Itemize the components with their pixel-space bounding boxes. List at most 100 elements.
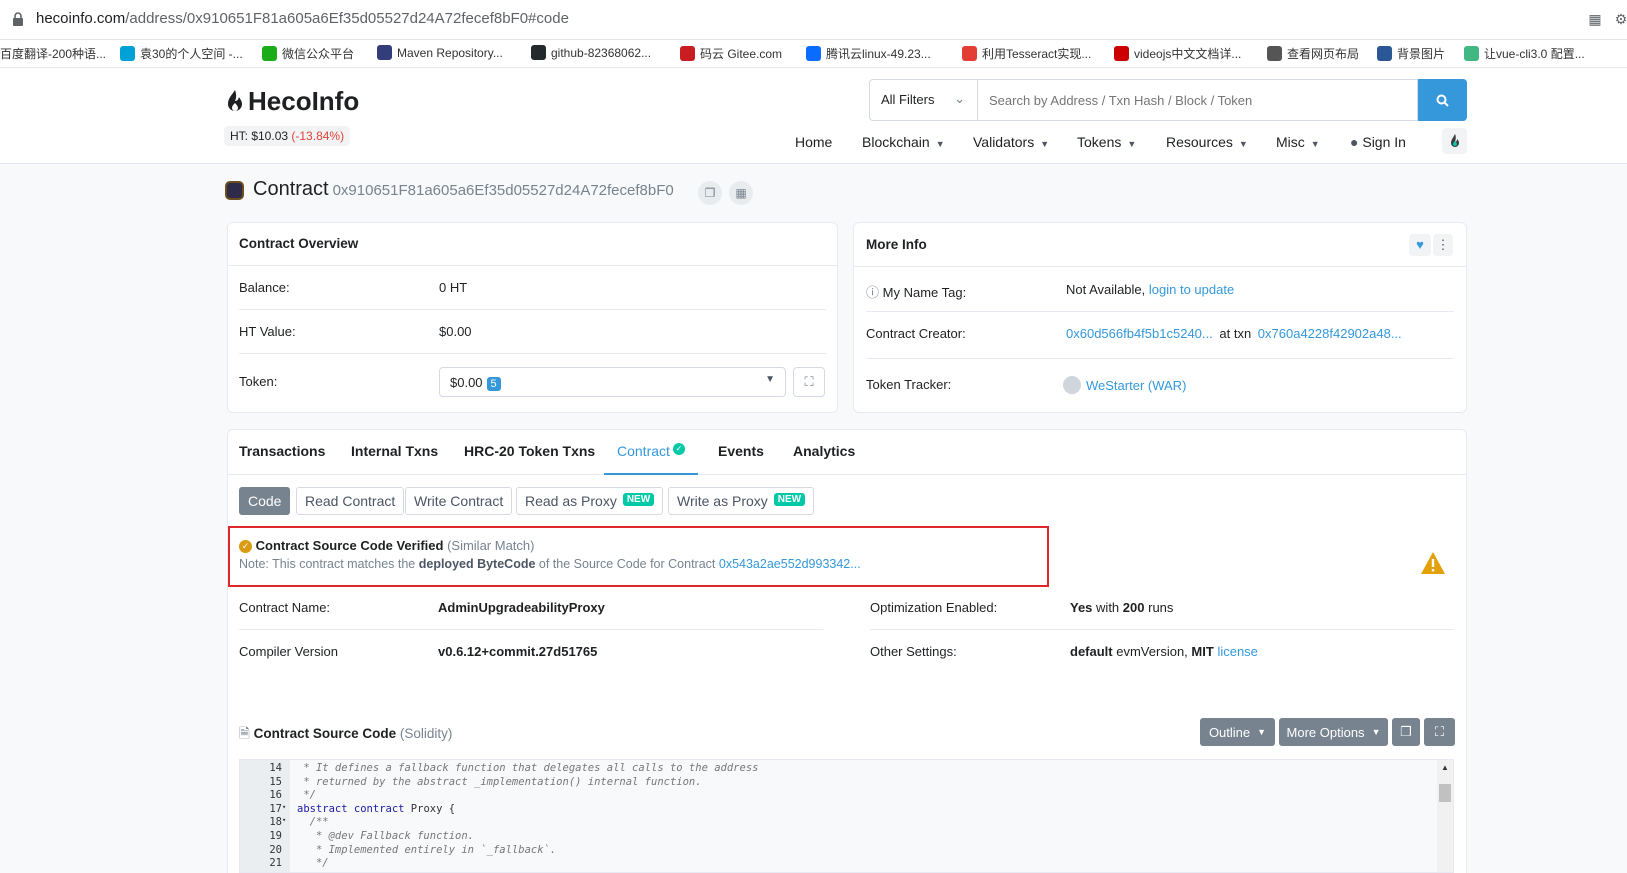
- nav-sign-in-label: Sign In: [1362, 134, 1406, 150]
- bookmark-item[interactable]: 利用Tesseract实现...: [962, 45, 1091, 62]
- divider: [866, 311, 1454, 312]
- bookmark-label: 查看网页布局: [1287, 47, 1360, 61]
- more-options-button[interactable]: More Options ▼: [1279, 718, 1388, 746]
- chevron-down-icon: ▼: [1371, 727, 1381, 737]
- bookmark-item[interactable]: github-82368062...: [531, 45, 651, 60]
- fullscreen-button[interactable]: ⛶: [1424, 718, 1455, 746]
- divider: [227, 265, 838, 266]
- login-to-update-link[interactable]: login to update: [1149, 282, 1234, 297]
- line-number: 14: [269, 762, 282, 774]
- search-filter-select[interactable]: All Filters ⌄: [869, 79, 977, 121]
- code-scrollbar[interactable]: ▲: [1437, 760, 1453, 872]
- code-line: abstract contract Proxy {: [297, 802, 456, 815]
- bookmark-item[interactable]: 查看网页布局: [1267, 45, 1359, 62]
- site-logo[interactable]: HecoInfo: [226, 86, 359, 117]
- line-number: 18: [269, 816, 282, 829]
- nav-blockchain[interactable]: Blockchain ▼: [862, 134, 945, 150]
- browser-url-bar[interactable]: hecoinfo.com/address/0x910651F81a605a6Ef…: [0, 0, 1627, 40]
- warning-icon[interactable]: [1420, 551, 1446, 575]
- tab-transactions[interactable]: Transactions: [239, 443, 325, 459]
- qr-code-button[interactable]: ▦: [729, 181, 753, 205]
- fold-toggle-icon[interactable]: ▾: [282, 816, 290, 824]
- url-text[interactable]: hecoinfo.com/address/0x910651F81a605a6Ef…: [36, 10, 569, 27]
- nav-resources[interactable]: Resources ▼: [1166, 134, 1248, 150]
- search-button[interactable]: [1418, 79, 1467, 121]
- line-number: 21: [269, 857, 282, 870]
- source-code-editor[interactable]: 14 * It defines a fallback function that…: [239, 759, 1454, 873]
- network-switch-button[interactable]: [1442, 128, 1467, 154]
- bookmark-item[interactable]: videojs中文文档详...: [1114, 45, 1241, 62]
- divider: [853, 266, 1467, 267]
- subtab-write-contract[interactable]: Write Contract: [405, 487, 513, 515]
- divider: [239, 629, 823, 630]
- page-title: Contract 0x910651F81a605a6Ef35d05527d24A7…: [253, 178, 674, 201]
- bookmark-label: 腾讯云linux-49.23...: [826, 47, 931, 61]
- active-tab-indicator: [604, 473, 698, 475]
- nav-validators[interactable]: Validators ▼: [973, 134, 1049, 150]
- source-heading-text: Contract Source Code: [253, 726, 397, 741]
- note-pre: Note: This contract matches the: [239, 557, 416, 571]
- token-tracker-link[interactable]: WeStarter (WAR): [1086, 378, 1186, 393]
- search-input[interactable]: [977, 79, 1418, 121]
- bookmark-label: 百度翻译-200种语...: [0, 47, 107, 61]
- subtab-code[interactable]: Code: [239, 487, 291, 515]
- verified-check-icon: ✓: [239, 540, 252, 554]
- tab-analytics[interactable]: Analytics: [793, 443, 855, 459]
- fold-toggle-icon[interactable]: ▾: [282, 803, 290, 811]
- code-line: */: [297, 789, 316, 802]
- new-badge: NEW: [622, 493, 655, 506]
- other-default: default: [1070, 644, 1113, 659]
- subtab-read-as-proxy[interactable]: Read as Proxy NEW: [516, 487, 664, 515]
- subtab-read-contract[interactable]: Read Contract: [296, 487, 405, 515]
- copy-address-button[interactable]: ❐: [698, 181, 722, 205]
- filter-label: All Filters: [881, 92, 935, 107]
- nav-home[interactable]: Home: [795, 134, 832, 150]
- ht-value-label: HT Value:: [239, 324, 296, 339]
- bookmark-item[interactable]: 码云 Gitee.com: [680, 45, 782, 62]
- qr-code-icon[interactable]: ▦: [1586, 11, 1604, 29]
- vue-icon: [1464, 46, 1479, 61]
- bookmark-item[interactable]: 百度翻译-200种语...: [0, 45, 106, 62]
- outline-button[interactable]: Outline ▼: [1200, 718, 1275, 746]
- wechat-icon: [262, 46, 277, 61]
- license-link[interactable]: license: [1217, 644, 1257, 659]
- bookmark-label: videojs中文文档详...: [1134, 47, 1242, 61]
- similar-contract-link[interactable]: 0x543a2ae552d993342...: [719, 557, 861, 571]
- creator-address-link[interactable]: 0x60d566fb4f5b1c5240...: [1066, 326, 1213, 341]
- tab-hrc20-token-txns[interactable]: HRC-20 Token Txns: [464, 443, 595, 459]
- bookmark-item[interactable]: 背景图片: [1377, 45, 1445, 62]
- copy-source-button[interactable]: ❐: [1392, 718, 1420, 746]
- ht-value: $0.00: [439, 324, 472, 339]
- tab-events[interactable]: Events: [718, 443, 764, 459]
- nav-tokens[interactable]: Tokens ▼: [1077, 134, 1136, 150]
- scroll-up-arrow-icon[interactable]: ▲: [1441, 763, 1449, 772]
- scrollbar-thumb[interactable]: [1439, 784, 1451, 802]
- tab-internal-txns[interactable]: Internal Txns: [351, 443, 438, 459]
- bookmark-item[interactable]: Maven Repository...: [377, 45, 503, 60]
- bookmark-item[interactable]: 腾讯云linux-49.23...: [806, 45, 931, 62]
- token-holdings-select[interactable]: $0.00 5 ▼: [439, 367, 786, 397]
- code-line: * It defines a fallback function that de…: [297, 762, 759, 774]
- creator-txn-link[interactable]: 0x760a4228f42902a48...: [1258, 326, 1402, 341]
- heart-icon: ♥: [1416, 237, 1424, 252]
- more-menu-button[interactable]: ⋮: [1433, 234, 1453, 256]
- expand-token-button[interactable]: ⛶: [793, 367, 825, 397]
- nav-sign-in[interactable]: ● Sign In: [1350, 134, 1406, 150]
- favorite-button[interactable]: ♥: [1409, 234, 1431, 256]
- translate-page-icon[interactable]: ⚙: [1612, 11, 1627, 29]
- bookmark-item[interactable]: 让vue-cli3.0 配置...: [1464, 45, 1585, 62]
- subtab-write-as-proxy[interactable]: Write as Proxy NEW: [668, 487, 815, 515]
- token-value: $0.00: [450, 375, 483, 390]
- bookmark-item[interactable]: 袁30的个人空间 -...: [120, 45, 243, 62]
- code-line: * returned by the abstract _implementati…: [297, 775, 702, 788]
- tab-contract[interactable]: Contract ✓: [617, 443, 685, 459]
- url-host: hecoinfo.com: [36, 10, 126, 27]
- contract-name-label: Contract Name:: [239, 600, 331, 615]
- bookmark-item[interactable]: 微信公众平台: [262, 45, 354, 62]
- nav-validators-label: Validators: [973, 134, 1035, 150]
- keyword: abstract: [297, 802, 348, 815]
- nav-misc[interactable]: Misc ▼: [1276, 134, 1320, 150]
- line-number: 17: [269, 802, 282, 815]
- outline-label: Outline: [1208, 724, 1251, 740]
- chevron-down-icon: ▼: [935, 139, 945, 149]
